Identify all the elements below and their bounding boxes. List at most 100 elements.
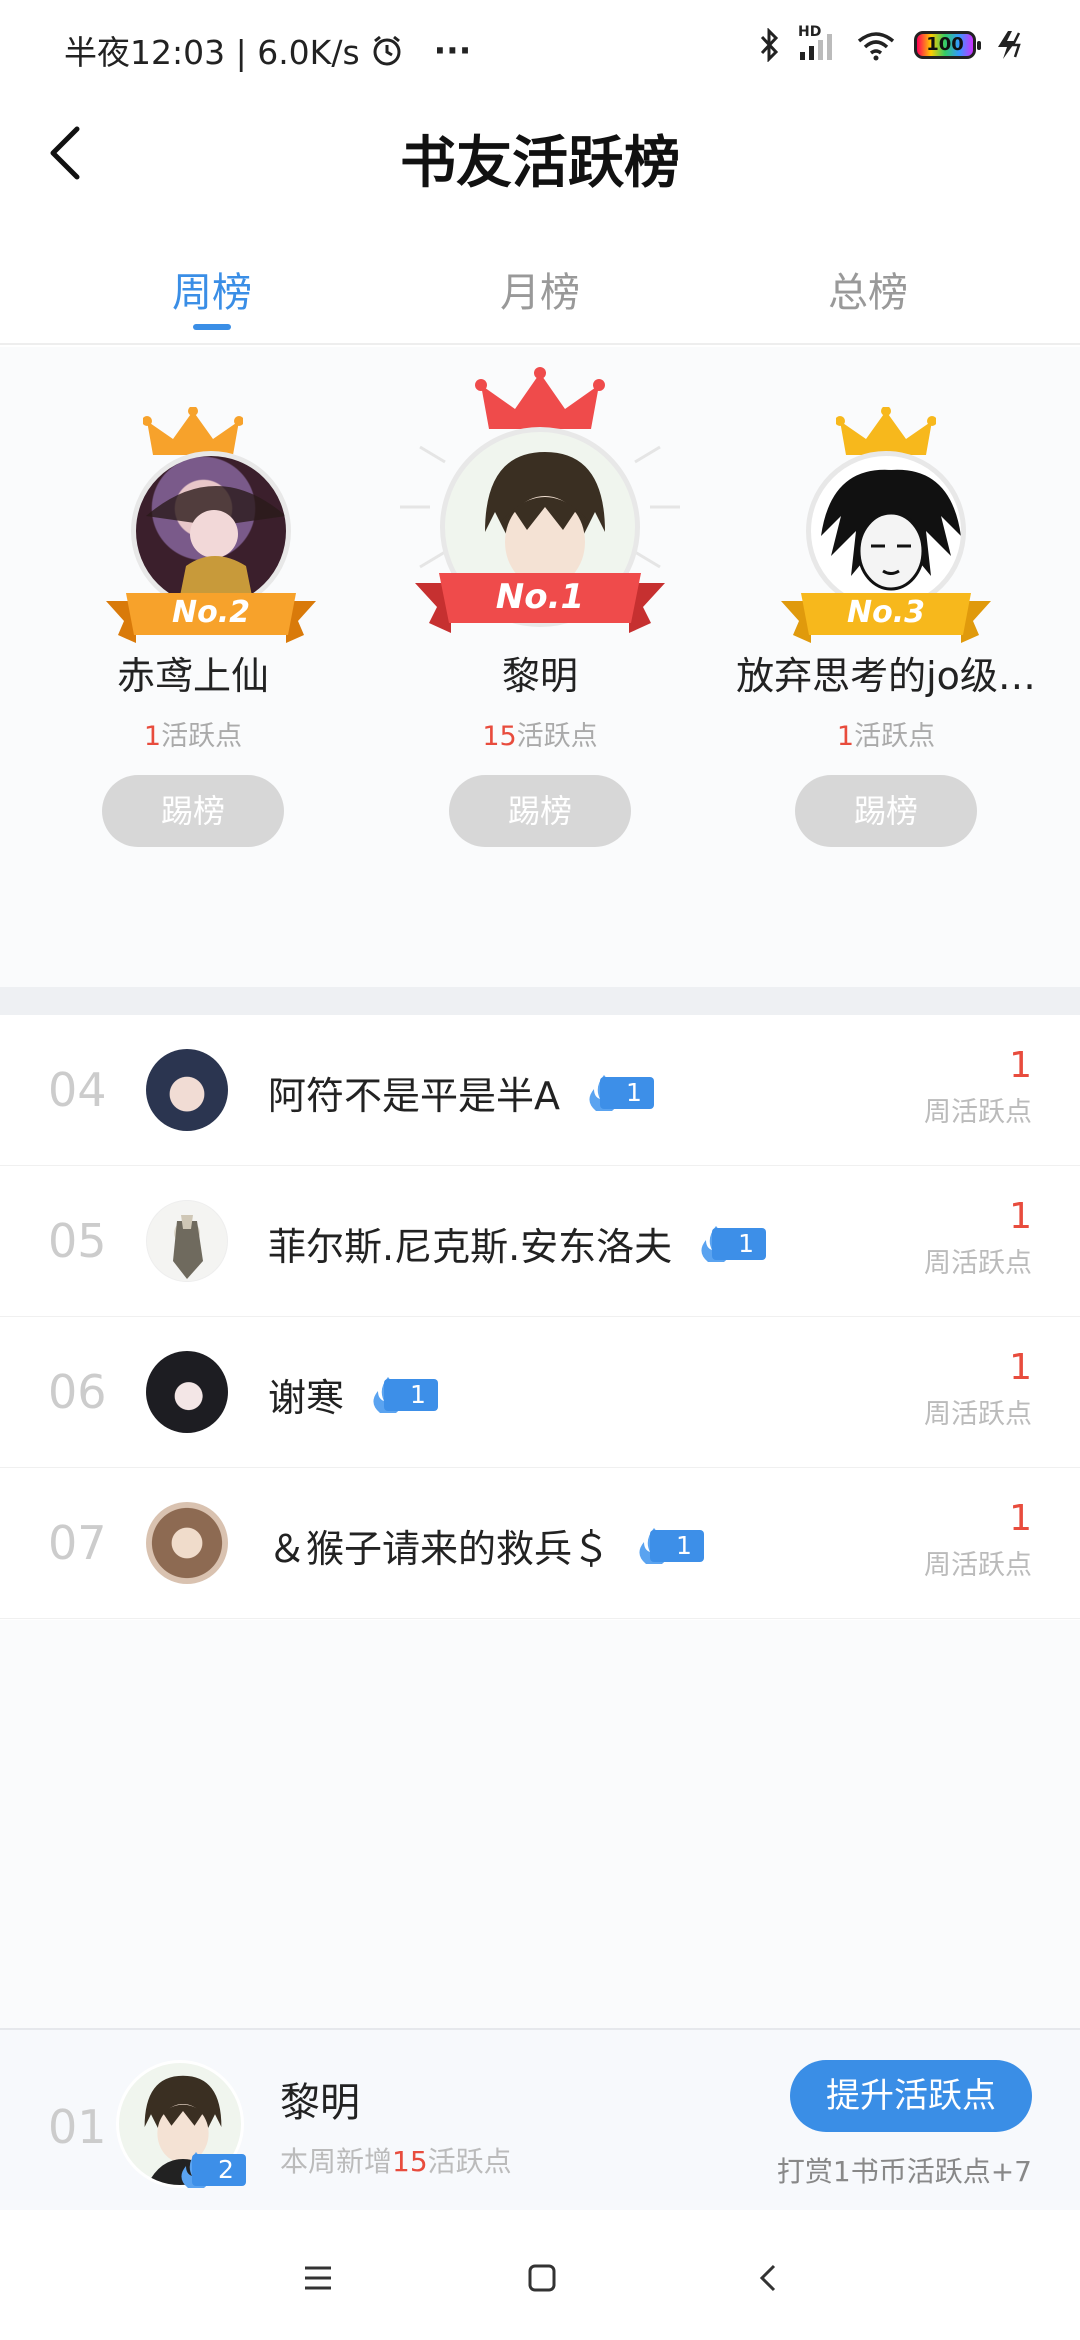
podium-points: 15活跃点: [360, 714, 720, 753]
points-unit: 周活跃点: [924, 1097, 1032, 1128]
row-name-group: 菲尔斯.尼克斯.安东洛夫 1: [268, 1216, 767, 1271]
rank-number: 06: [48, 1365, 107, 1419]
points-value: 1: [1009, 1045, 1032, 1086]
rank-number: 07: [48, 1516, 107, 1570]
status-time-speed: 半夜12:03 | 6.0K/s: [64, 33, 360, 72]
podium-name: 放弃思考的jo级…: [736, 654, 1036, 698]
tab-total[interactable]: 总榜: [768, 260, 968, 318]
home-square-icon: [528, 2264, 556, 2292]
list-item[interactable]: 05 菲尔斯.尼克斯.安东洛夫 1 1 周活跃点: [0, 1166, 1080, 1317]
rank-label: No.3: [847, 595, 925, 630]
podium-third: No.3 放弃思考的jo级… 1活跃点 踢榜: [706, 407, 1066, 847]
avatar[interactable]: [146, 1049, 228, 1131]
podium-second: No.2 赤鸢上仙 1活跃点 踢榜: [13, 407, 373, 847]
points-unit: 活跃点: [854, 721, 936, 752]
kick-button[interactable]: 踢榜: [449, 775, 631, 847]
badge-level: 1: [384, 1378, 438, 1411]
fire-badge: 1: [370, 1376, 438, 1413]
ranking-tabs: 周榜 月榜 总榜: [0, 240, 1080, 345]
row-name-group: ＆猴子请来的救兵＄ 1: [268, 1518, 704, 1573]
signal-icon: HD: [798, 24, 838, 62]
user-name: 阿符不是平是半A: [268, 1074, 560, 1118]
page-title: 书友活跃榜: [400, 130, 680, 196]
list-item[interactable]: 07 ＆猴子请来的救兵＄ 1 1 周活跃点: [0, 1468, 1080, 1619]
sub-points: 15: [392, 2145, 428, 2178]
podium-points: 1活跃点: [13, 714, 373, 753]
battery-icon: 100: [914, 31, 981, 59]
points-value: 15: [482, 721, 517, 752]
alarm-icon: [373, 35, 401, 66]
fire-badge: 1: [636, 1527, 704, 1564]
tab-active-indicator: [193, 324, 231, 330]
badge-level: 1: [650, 1529, 704, 1562]
boost-points-button[interactable]: 提升活跃点: [790, 2060, 1032, 2132]
avatar[interactable]: [146, 1200, 228, 1282]
menu-icon: [305, 2266, 331, 2290]
section-divider: [0, 987, 1080, 1015]
points-unit: 周活跃点: [924, 1248, 1032, 1279]
ranking-list: 04 阿符不是平是半A 1 1 周活跃点 05 菲尔斯.尼克斯.安东洛夫 1 1: [0, 1015, 1080, 1619]
user-name: ＆猴子请来的救兵＄: [268, 1527, 611, 1571]
empty-area: [0, 1620, 1080, 2028]
avatar[interactable]: [146, 1351, 228, 1433]
sub-suffix: 活跃点: [427, 2145, 512, 2178]
rank-label: No.1: [495, 577, 585, 617]
user-name: 谢寒: [268, 1376, 345, 1420]
list-item[interactable]: 06 谢寒 1 1 周活跃点: [0, 1317, 1080, 1468]
my-rank-number: 01: [48, 2100, 107, 2154]
my-weekly-points: 本周新增15活跃点: [280, 2140, 512, 2180]
avatar[interactable]: [146, 1502, 228, 1584]
row-points: 1 周活跃点: [924, 1498, 1032, 1582]
points-value: 1: [143, 721, 162, 752]
header: 书友活跃榜: [0, 100, 1080, 210]
list-item[interactable]: 04 阿符不是平是半A 1 1 周活跃点: [0, 1015, 1080, 1166]
back-nav-icon: [759, 2264, 776, 2292]
points-value: 1: [1009, 1347, 1032, 1388]
fire-badge: 1: [698, 1225, 767, 1262]
wifi-icon: [857, 32, 895, 61]
menu-nav-button[interactable]: [288, 2248, 348, 2308]
points-unit: 周活跃点: [924, 1550, 1032, 1581]
row-name-group: 阿符不是平是半A 1: [268, 1065, 654, 1120]
podium-points: 1活跃点: [706, 714, 1066, 753]
user-name: 菲尔斯.尼克斯.安东洛夫: [268, 1225, 673, 1269]
rank-number: 04: [48, 1063, 107, 1117]
tab-weekly[interactable]: 周榜: [112, 260, 312, 318]
points-value: 1: [1009, 1498, 1032, 1539]
my-rank-bar: 01 2 黎明 本周新增15活跃点 提升活跃点 打赏1书币活跃点+7: [0, 2028, 1080, 2210]
row-points: 1 周活跃点: [924, 1196, 1032, 1280]
points-value: 1: [1009, 1196, 1032, 1237]
points-unit: 活跃点: [516, 721, 598, 752]
points-value: 1: [836, 721, 855, 752]
kick-button[interactable]: 踢榜: [795, 775, 977, 847]
boost-hint: 打赏1书币活跃点+7: [776, 2155, 1032, 2188]
charging-icon: [998, 31, 1021, 59]
tab-monthly[interactable]: 月榜: [440, 260, 640, 318]
sub-prefix: 本周新增: [280, 2145, 393, 2178]
podium-first: No.1 黎明 15活跃点 踢榜: [360, 367, 720, 847]
rank-label: No.2: [172, 595, 250, 630]
row-points: 1 周活跃点: [924, 1347, 1032, 1431]
rank-number: 05: [48, 1214, 107, 1268]
bluetooth-icon: [760, 28, 779, 62]
home-nav-button[interactable]: [512, 2248, 572, 2308]
podium-name: 赤鸢上仙: [116, 654, 269, 698]
status-bar: 半夜12:03 | 6.0K/s ··· HD 100: [0, 0, 1080, 100]
kick-button[interactable]: 踢榜: [102, 775, 284, 847]
top-three-podium: No.2 赤鸢上仙 1活跃点 踢榜 No.1 黎明 15活跃点 踢榜 No.3 …: [0, 347, 1080, 987]
badge-level: 1: [600, 1076, 654, 1109]
my-name: 黎明: [280, 2080, 360, 2126]
system-nav-bar: [0, 2210, 1080, 2340]
fire-badge: 2: [178, 2152, 246, 2188]
status-more: ···: [433, 30, 472, 70]
points-unit: 活跃点: [161, 721, 243, 752]
badge-level: 1: [712, 1227, 767, 1260]
podium-name: 黎明: [501, 654, 578, 698]
fire-badge: 1: [586, 1074, 654, 1111]
battery-level: 100: [926, 34, 964, 55]
row-name-group: 谢寒 1: [268, 1367, 438, 1422]
badge-level: 2: [192, 2154, 246, 2186]
back-nav-button[interactable]: [738, 2248, 798, 2308]
points-unit: 周活跃点: [924, 1399, 1032, 1430]
row-points: 1 周活跃点: [924, 1045, 1032, 1129]
